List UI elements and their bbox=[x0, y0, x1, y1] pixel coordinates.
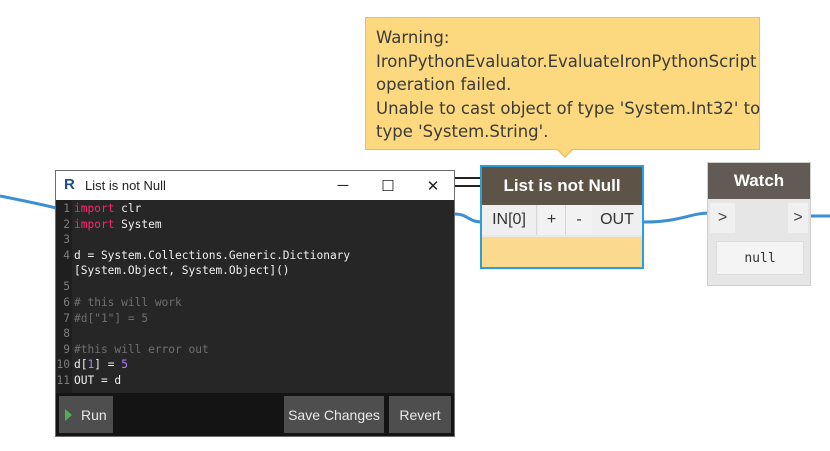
output-wire bbox=[643, 211, 711, 224]
code-line: 1 import clr bbox=[63, 202, 142, 215]
warning-tail-inner bbox=[557, 148, 573, 156]
revert-button[interactable]: Revert bbox=[389, 396, 451, 433]
watch-title[interactable]: Watch bbox=[708, 163, 810, 199]
play-icon bbox=[65, 408, 72, 421]
input-port[interactable]: IN[0] bbox=[482, 205, 537, 235]
watch-value: null bbox=[716, 241, 804, 275]
add-input-button[interactable]: + bbox=[538, 205, 566, 235]
revit-app-icon: R bbox=[64, 176, 75, 193]
code-line: 11 OUT = d bbox=[56, 374, 122, 387]
warning-line: type 'System.String'. bbox=[376, 122, 549, 141]
watch-output-port[interactable]: > bbox=[788, 203, 808, 233]
close-button[interactable]: ✕ bbox=[410, 171, 456, 200]
editor-toolbar: Run Save Changes Revert bbox=[56, 393, 454, 436]
python-script-node[interactable]: List is not Null IN[0] + - OUT bbox=[480, 165, 644, 269]
output-port[interactable]: OUT bbox=[592, 205, 642, 235]
minimize-button[interactable]: ─ bbox=[320, 171, 366, 200]
editor-to-node-wire bbox=[454, 212, 483, 224]
node-title[interactable]: List is not Null bbox=[482, 167, 642, 205]
save-changes-button[interactable]: Save Changes bbox=[284, 396, 384, 433]
code-line: 7 #d["1"] = 5 bbox=[63, 312, 149, 325]
editor-title: List is not Null bbox=[85, 178, 166, 193]
node-ports: IN[0] + - OUT bbox=[482, 205, 642, 237]
code-line: 6 # this will work bbox=[63, 296, 182, 309]
run-label: Run bbox=[81, 406, 107, 423]
code-line: 8 bbox=[63, 327, 70, 340]
warning-line: operation failed. bbox=[376, 75, 512, 94]
code-line: [System.Object, System.Object]() bbox=[74, 264, 290, 277]
editor-titlebar[interactable]: R List is not Null ─ ☐ ✕ bbox=[56, 171, 454, 201]
script-editor-window[interactable]: R List is not Null ─ ☐ ✕ 1 import clr 2 im… bbox=[55, 170, 455, 437]
warning-line: IronPythonEvaluator.EvaluateIronPythonSc… bbox=[376, 51, 757, 71]
input-wire bbox=[0, 194, 57, 210]
code-line: 2 import System bbox=[63, 218, 162, 231]
code-line: 4d = System.Collections.Generic.Dictiona… bbox=[63, 249, 351, 262]
code-line: 3 bbox=[63, 233, 70, 246]
remove-input-button[interactable]: - bbox=[566, 205, 593, 235]
code-line: 5 bbox=[63, 280, 70, 293]
code-line: 9 #this will error out bbox=[63, 343, 209, 356]
code-line: 10 d[1] = 5 bbox=[56, 358, 128, 371]
maximize-button[interactable]: ☐ bbox=[365, 171, 411, 200]
run-button[interactable]: Run bbox=[59, 396, 113, 433]
watch-node[interactable]: Watch > > null bbox=[707, 162, 811, 286]
warning-line: Unable to cast object of type 'System.In… bbox=[376, 98, 761, 118]
warning-tooltip: Warning: IronPythonEvaluator.EvaluateIro… bbox=[365, 17, 760, 150]
watch-input-port[interactable]: > bbox=[710, 203, 735, 233]
warning-line: Warning: bbox=[376, 28, 450, 47]
code-editor[interactable]: 1 import clr 2 import System 3 4d = System… bbox=[56, 200, 454, 393]
